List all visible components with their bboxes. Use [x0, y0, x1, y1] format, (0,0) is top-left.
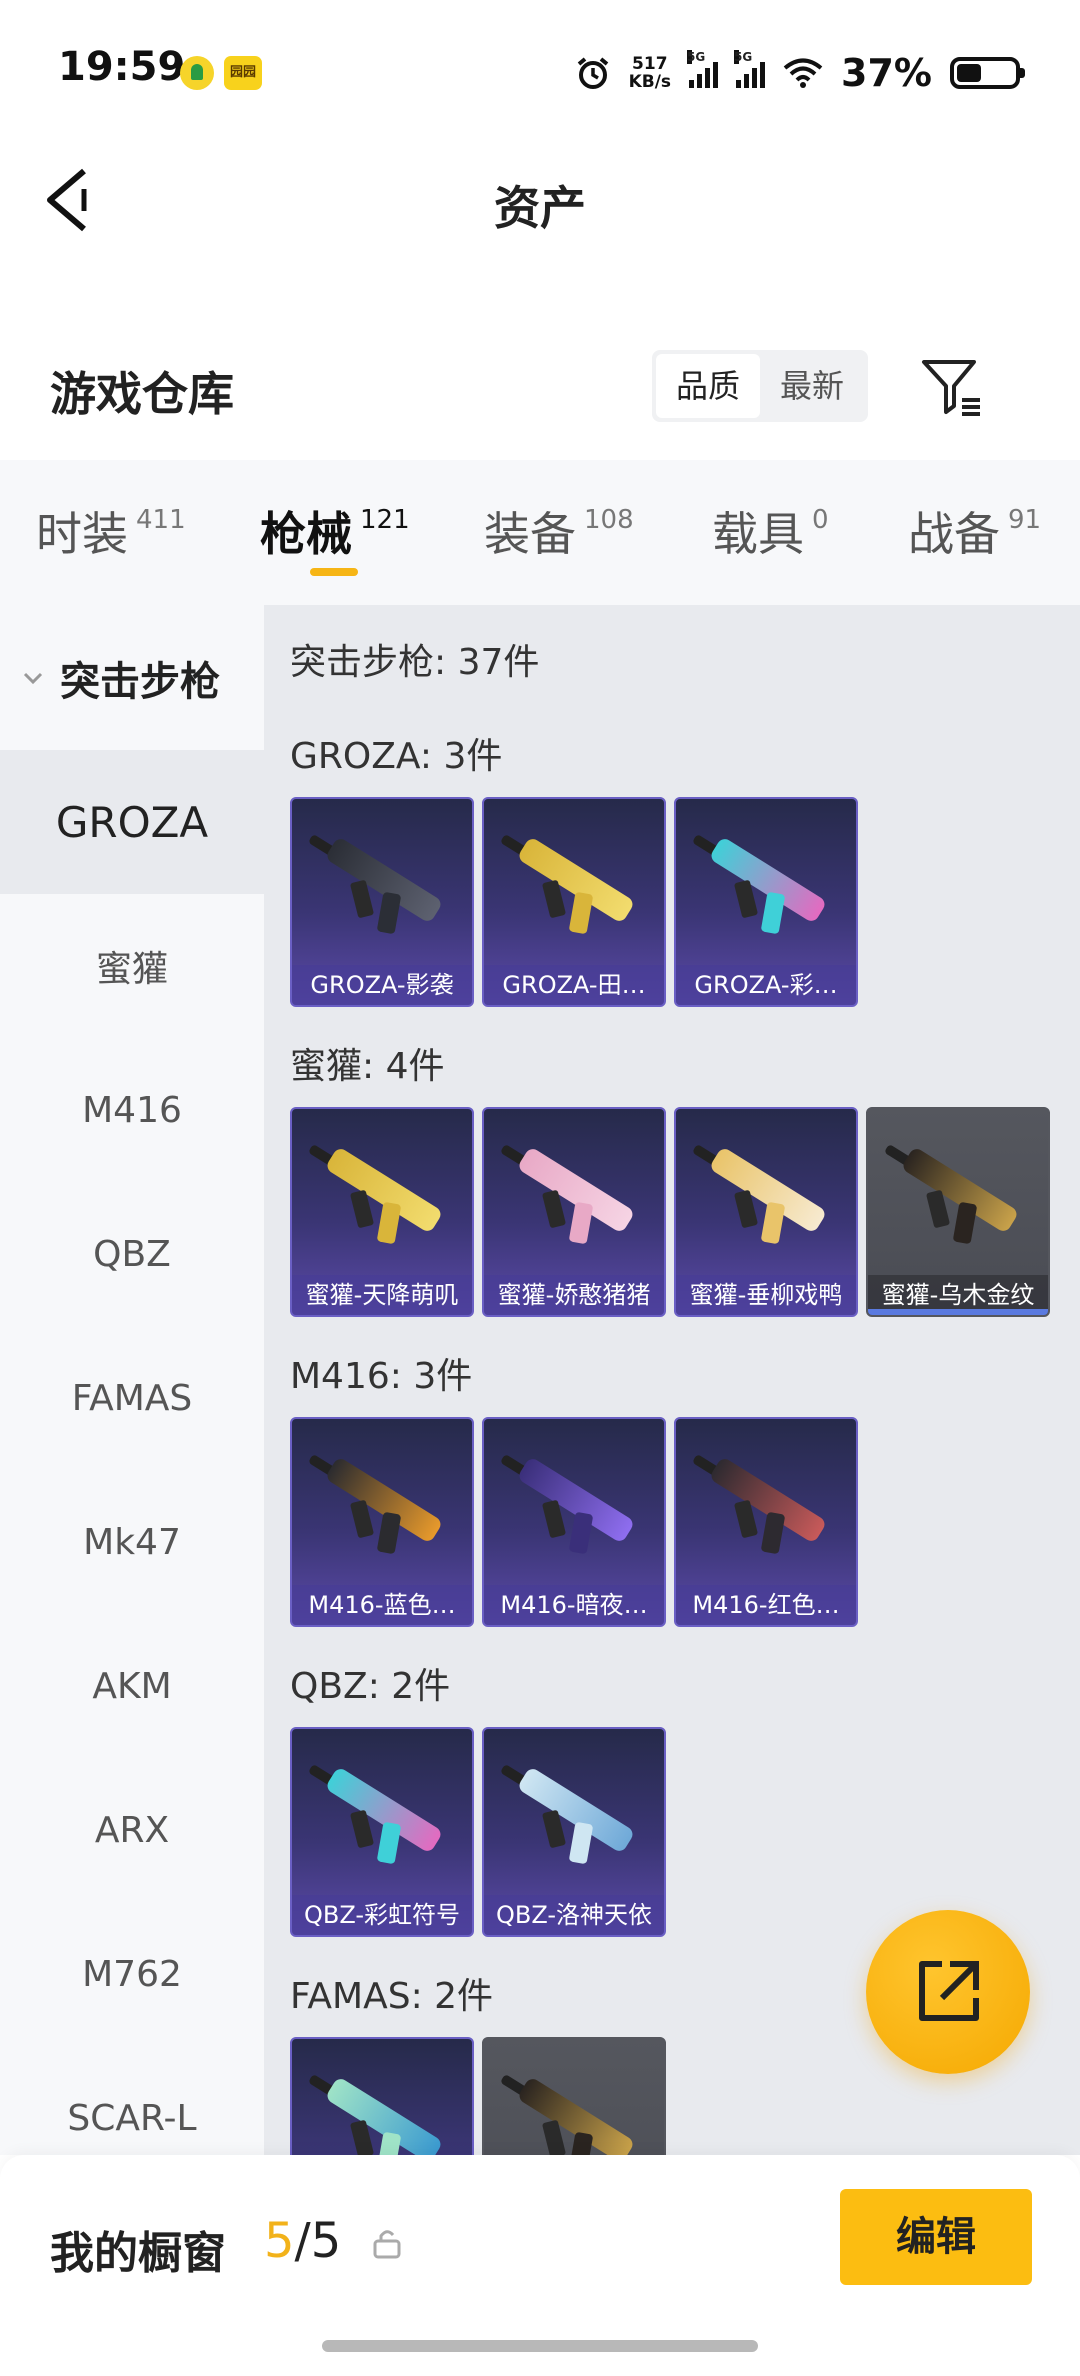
sidebar-item-qbz[interactable]: QBZ	[0, 1182, 264, 1326]
chevron-down-icon	[23, 672, 43, 684]
weapon-name: 蜜獾-天降萌叽	[292, 1275, 472, 1315]
weapon-card[interactable]: GROZA-田…	[482, 797, 666, 1007]
tab-equipment[interactable]: 装备 108	[484, 498, 634, 564]
weapon-card[interactable]: 蜜獾-天降萌叽	[290, 1107, 474, 1317]
home-indicator[interactable]	[322, 2340, 758, 2352]
weapon-image	[307, 1129, 458, 1257]
weapon-image	[691, 1129, 842, 1257]
weapon-image	[691, 1439, 842, 1567]
weapon-card[interactable]: QBZ-彩虹符号	[290, 1727, 474, 1937]
sidebar-item-famas[interactable]: FAMAS	[0, 1326, 264, 1470]
weapon-image	[307, 1439, 458, 1567]
sidebar-item-akm[interactable]: AKM	[0, 1614, 264, 1758]
weapon-card[interactable]: M416-红色…	[674, 1417, 858, 1627]
battery-icon	[950, 57, 1025, 89]
app-notification-icon-2: 园园	[224, 56, 262, 90]
sidebar-group-assault-rifles[interactable]: 突击步枪	[0, 605, 264, 750]
sidebar-item-m762[interactable]: M762	[0, 1902, 264, 2046]
tab-vehicles[interactable]: 载具 0	[712, 498, 829, 564]
sidebar-item-mk47[interactable]: Mk47	[0, 1470, 264, 1614]
lock-icon	[373, 2230, 401, 2259]
warehouse-bar: 游戏仓库 品质 最新	[0, 330, 1080, 460]
signal-icon-2: 5G	[734, 50, 766, 88]
group-title: QBZ: 2件	[290, 1666, 451, 1707]
battery-percent: 37%	[841, 51, 932, 95]
sort-toggle: 品质 最新	[652, 350, 868, 422]
group-title: FAMAS: 2件	[290, 1976, 494, 2017]
edit-button[interactable]: 编辑	[840, 2189, 1032, 2285]
weapon-card[interactable]	[482, 2037, 666, 2155]
sidebar-item-m416[interactable]: M416	[0, 1038, 264, 1182]
signal-icon: 5G	[687, 50, 719, 88]
showcase-count: 5/5	[264, 2213, 342, 2269]
weapon-sidebar: 突击步枪 GROZA 蜜獾 M416 QBZ FAMAS Mk47 AKM AR…	[0, 605, 264, 2155]
weapon-card[interactable]: M416-蓝色…	[290, 1417, 474, 1627]
weapon-name: M416-蓝色…	[292, 1585, 472, 1625]
alarm-icon	[577, 57, 608, 89]
weapon-name: M416-暗夜…	[484, 1585, 664, 1625]
tab-fashion[interactable]: 时装 411	[36, 498, 186, 564]
category-summary: 突击步枪: 37件	[290, 642, 540, 683]
weapon-name: QBZ-洛神天依	[484, 1895, 664, 1935]
weapon-image	[499, 1749, 650, 1877]
share-icon	[919, 1961, 979, 2021]
weapon-image	[307, 1749, 458, 1877]
weapon-image	[499, 2059, 650, 2155]
sidebar-item-honey-badger[interactable]: 蜜獾	[0, 894, 264, 1038]
group-title: GROZA: 3件	[290, 736, 503, 777]
weapon-image	[307, 819, 458, 947]
weapon-name: QBZ-彩虹符号	[292, 1895, 472, 1935]
group-title: M416: 3件	[290, 1356, 473, 1397]
status-time: 19:59	[58, 44, 186, 90]
page-title: 资产	[494, 181, 586, 235]
weapon-card[interactable]: GROZA-影袭	[290, 797, 474, 1007]
tab-indicator	[310, 568, 358, 576]
status-right: 517 KB/s 5G 5G 37%	[575, 48, 1025, 98]
weapon-card[interactable]	[290, 2037, 474, 2155]
sort-newest[interactable]: 最新	[760, 354, 864, 418]
weapon-card[interactable]: 蜜獾-乌木金纹	[866, 1107, 1050, 1317]
weapon-image	[691, 819, 842, 947]
sort-quality[interactable]: 品质	[656, 354, 760, 418]
group-title: 蜜獾: 4件	[290, 1046, 445, 1087]
weapon-name: GROZA-彩…	[676, 965, 856, 1005]
filter-icon[interactable]	[920, 356, 984, 420]
network-speed: 517 KB/s	[628, 54, 672, 92]
tab-guns[interactable]: 枪械 121	[260, 498, 410, 564]
weapon-name: 蜜獾-垂柳戏鸭	[676, 1275, 856, 1315]
weapon-card[interactable]: M416-暗夜…	[482, 1417, 666, 1627]
weapon-name: M416-红色…	[676, 1585, 856, 1625]
weapon-image	[499, 1439, 650, 1567]
weapon-card[interactable]: 蜜獾-垂柳戏鸭	[674, 1107, 858, 1317]
weapon-card[interactable]: GROZA-彩…	[674, 797, 858, 1007]
weapon-image	[883, 1129, 1034, 1257]
wifi-icon	[783, 58, 823, 88]
weapon-name: 蜜獾-娇憨猪猪	[484, 1275, 664, 1315]
weapon-card[interactable]: 蜜獾-娇憨猪猪	[482, 1107, 666, 1317]
weapon-image	[499, 819, 650, 947]
weapon-card[interactable]: QBZ-洛神天依	[482, 1727, 666, 1937]
warehouse-title: 游戏仓库	[50, 367, 234, 421]
sidebar-item-scar-l[interactable]: SCAR-L	[0, 2046, 264, 2155]
app-notification-icon	[180, 56, 214, 90]
weapon-image	[499, 1129, 650, 1257]
weapon-name: GROZA-田…	[484, 965, 664, 1005]
showcase-label: 我的橱窗	[50, 2228, 226, 2279]
weapon-image	[307, 2059, 458, 2155]
tab-supplies[interactable]: 战备 91	[908, 498, 1041, 564]
share-button[interactable]	[866, 1910, 1030, 2074]
sidebar-item-arx[interactable]: ARX	[0, 1758, 264, 1902]
weapon-name: GROZA-影袭	[292, 965, 472, 1005]
category-tabs: 时装 411 枪械 121 装备 108 载具 0 战备 91	[0, 460, 1080, 605]
weapon-name: 蜜獾-乌木金纹	[868, 1275, 1048, 1315]
sidebar-item-groza[interactable]: GROZA	[0, 750, 264, 894]
page-header: 资产	[0, 130, 1080, 280]
status-bar: 19:59 园园 517 KB/s 5G 5G 37%	[0, 0, 1080, 130]
